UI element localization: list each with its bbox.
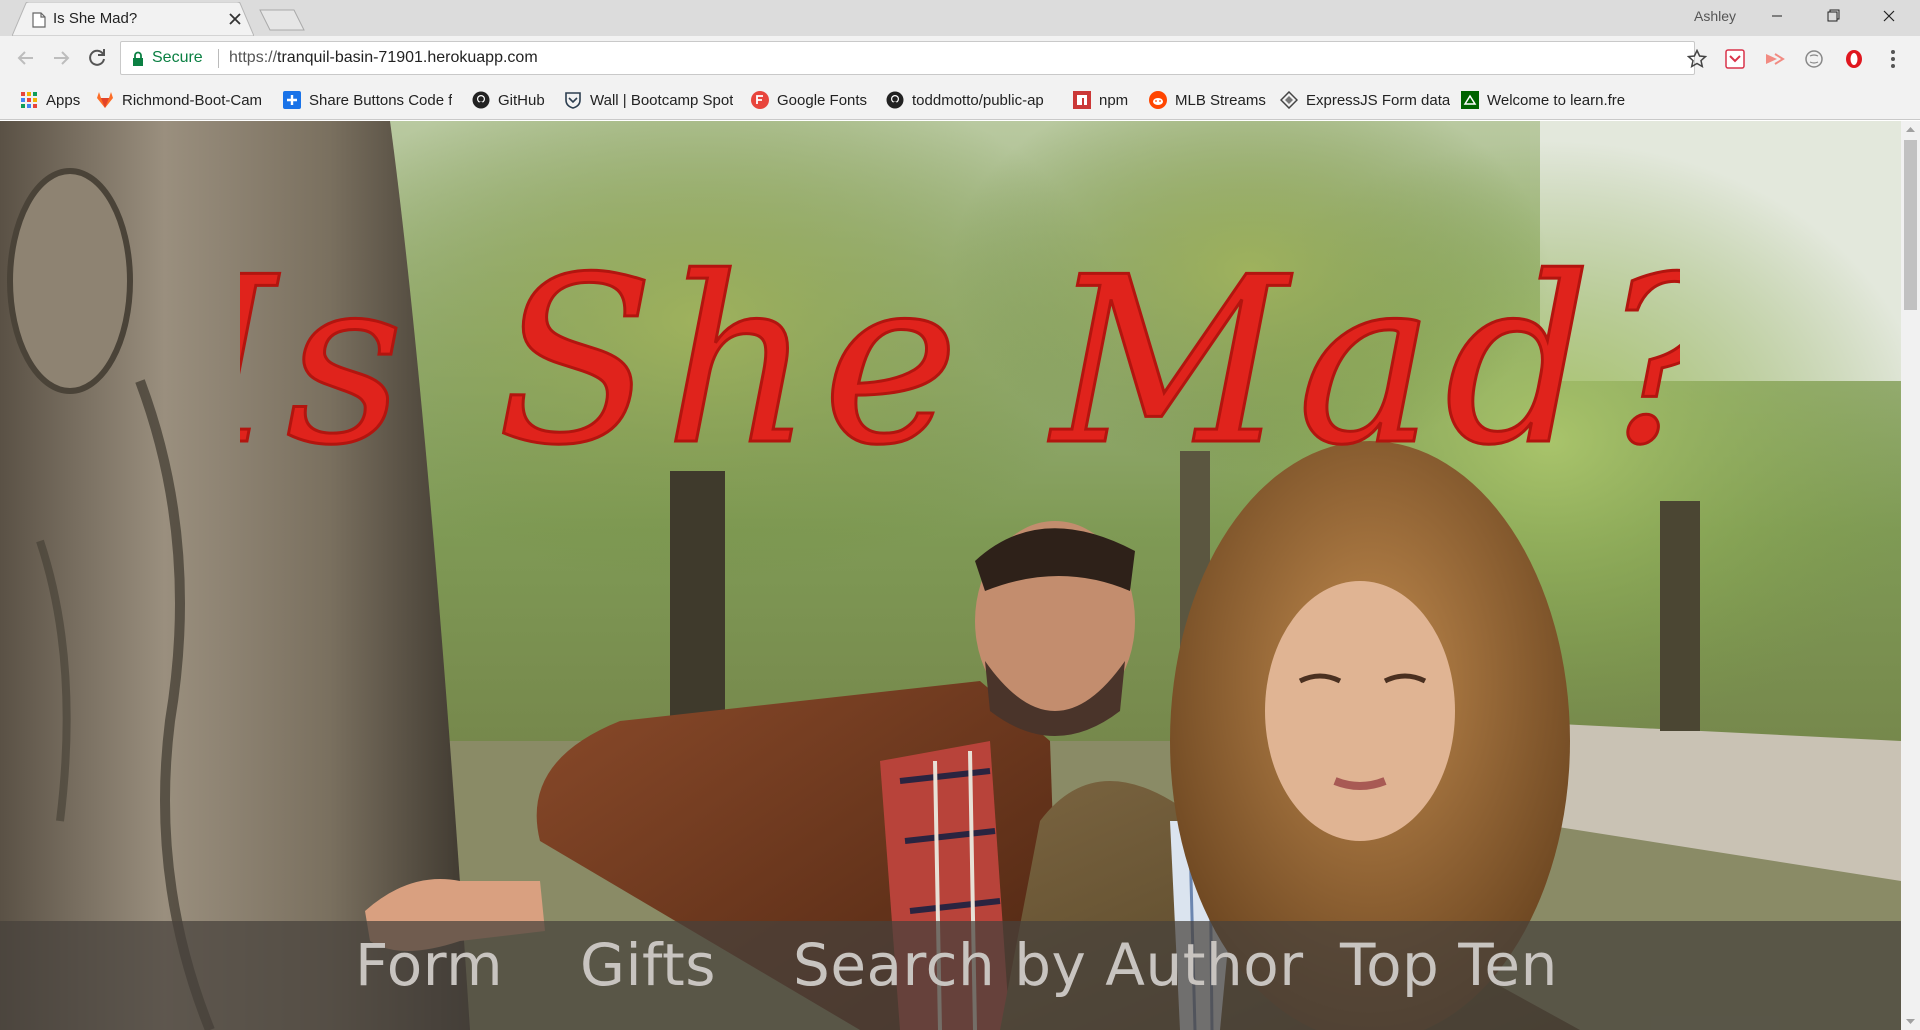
bookmark-label: MLB Streams (1175, 91, 1266, 109)
bookmark-github[interactable]: GitHub (472, 80, 545, 120)
url-host: tranquil-basin-71901.herokuapp.com (277, 49, 538, 66)
bookmark-label: Apps (46, 91, 81, 109)
reload-icon[interactable] (85, 46, 109, 70)
bookmark-mlb-streams[interactable]: MLB Streams (1149, 80, 1266, 120)
bookmark-label: npm (1099, 91, 1129, 109)
bookmarks-bar: Apps Richmond-Boot-Cam Share Buttons Cod… (0, 80, 1920, 120)
tab-title: Is She Mad? (53, 10, 138, 27)
tab-strip: Is She Mad? Ashley (0, 0, 1920, 36)
bookmark-label: toddmotto/public-ap (912, 91, 1044, 109)
nav-link-search-by-author[interactable]: Search by Author (793, 931, 1304, 999)
apps-grid-icon (21, 92, 37, 108)
bookmark-richmond-boot-camp[interactable]: Richmond-Boot-Cam (96, 80, 262, 120)
plus-square-icon (283, 91, 301, 109)
vertical-scrollbar[interactable] (1901, 121, 1920, 1030)
pocket-extension-icon[interactable] (1724, 48, 1746, 70)
diamond-icon (1280, 91, 1298, 109)
freecodecamp-icon (1461, 91, 1479, 109)
bookmark-toddmotto-public-apis[interactable]: toddmotto/public-ap (886, 80, 1051, 120)
bookmark-expressjs-form-data[interactable]: ExpressJS Form data (1280, 80, 1450, 120)
omnibox-divider (218, 49, 219, 68)
lock-icon (133, 51, 143, 66)
main-nav: Form Gifts Search by Author Top Ten (0, 921, 1901, 1030)
bookmark-label: ExpressJS Form data (1306, 91, 1451, 109)
bookmark-label: Google Fonts (777, 91, 868, 109)
minimize-icon[interactable] (1754, 0, 1800, 32)
nav-link-form[interactable]: Form (355, 931, 503, 999)
new-tab-button[interactable] (258, 8, 306, 32)
restore-icon[interactable] (1810, 0, 1856, 32)
url-scheme: https:// (229, 49, 278, 66)
tab-is-she-mad[interactable]: Is She Mad? (12, 2, 254, 36)
circle-extension-icon[interactable] (1803, 48, 1825, 70)
nav-link-gifts[interactable]: Gifts (580, 931, 716, 999)
shield-icon (565, 92, 581, 109)
bookmark-label: Wall | Bootcamp Spot (590, 91, 734, 109)
bookmark-learn-freecodecamp[interactable]: Welcome to learn.fre (1461, 80, 1654, 120)
video-extension-icon[interactable] (1763, 48, 1785, 70)
bookmark-label: Share Buttons Code f (309, 91, 452, 109)
secure-label: Secure (152, 49, 203, 66)
browser-toolbar: Secure https://tranquil-basin-71901.hero… (0, 36, 1920, 80)
bookmark-google-fonts[interactable]: Google Fonts (751, 80, 867, 120)
github-icon (472, 91, 490, 109)
opera-extension-icon[interactable] (1843, 48, 1865, 70)
bookmark-npm[interactable]: npm (1073, 80, 1128, 120)
nav-link-top-ten[interactable]: Top Ten (1340, 931, 1558, 999)
bookmark-label: Welcome to learn.fre (1487, 91, 1626, 109)
bookmark-apps[interactable]: Apps (20, 80, 80, 120)
back-arrow-icon[interactable] (14, 46, 38, 70)
bookmark-wall-bootcamp-spot[interactable]: Wall | Bootcamp Spot (564, 80, 733, 120)
forward-arrow-icon[interactable] (49, 46, 73, 70)
bookmark-label: GitHub (498, 91, 545, 109)
page-title-text: Is She Mad? (240, 229, 1680, 496)
url-text[interactable]: https://tranquil-basin-71901.herokuapp.c… (229, 49, 538, 67)
window-close-icon[interactable] (1866, 0, 1912, 32)
profile-name[interactable]: Ashley (1694, 8, 1736, 24)
npm-icon (1073, 91, 1091, 109)
scrollbar-thumb[interactable] (1904, 140, 1917, 310)
page-icon (32, 12, 46, 28)
page-viewport: Is She Mad? Form Gifts Search by Author … (0, 121, 1901, 1030)
scroll-down-arrow-icon[interactable] (1901, 1013, 1920, 1030)
github-icon (886, 91, 904, 109)
kebab-menu-icon[interactable] (1882, 48, 1904, 70)
bookmark-star-icon[interactable] (1687, 49, 1707, 69)
page-title: Is She Mad? (240, 228, 1680, 498)
bookmark-label: Richmond-Boot-Cam (122, 91, 262, 109)
gitlab-icon (97, 92, 113, 108)
close-icon[interactable] (225, 9, 245, 29)
bookmark-share-buttons[interactable]: Share Buttons Code f (283, 80, 452, 120)
reddit-icon (1149, 91, 1167, 109)
address-bar[interactable]: Secure https://tranquil-basin-71901.hero… (120, 41, 1707, 75)
google-fonts-icon (751, 91, 769, 109)
scroll-up-arrow-icon[interactable] (1901, 121, 1920, 138)
